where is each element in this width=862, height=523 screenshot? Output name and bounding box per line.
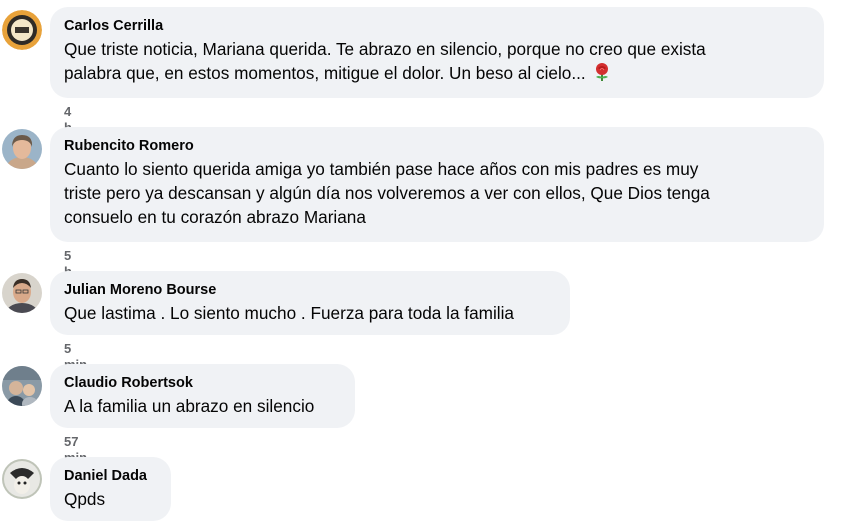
user-avatar-icon	[2, 366, 42, 406]
comment-text: Cuanto lo siento querida amiga yo tambié…	[64, 157, 811, 229]
comment-author[interactable]: Rubencito Romero	[64, 136, 811, 156]
avatar[interactable]	[2, 10, 42, 50]
avatar[interactable]	[2, 366, 42, 406]
comment-text: Qpds	[64, 487, 158, 511]
comment-text-line: Que triste noticia, Mariana querida. Te …	[64, 39, 706, 59]
comment-text-line: palabra que, en estos momentos, mitigue …	[64, 61, 811, 88]
comment-author[interactable]: Carlos Cerrilla	[64, 16, 811, 36]
comment-author[interactable]: Daniel Dada	[64, 466, 158, 486]
comment-bubble: Rubencito Romero Cuanto lo siento querid…	[50, 127, 824, 242]
user-avatar-icon	[2, 10, 42, 50]
comment-author[interactable]: Julian Moreno Bourse	[64, 280, 557, 300]
comment-text-line: Que lastima . Lo siento mucho . Fuerza p…	[64, 303, 514, 323]
user-avatar-icon	[2, 273, 42, 313]
comment-text: Que lastima . Lo siento mucho . Fuerza p…	[64, 301, 557, 325]
avatar[interactable]	[2, 273, 42, 313]
comment-text: Que triste noticia, Mariana querida. Te …	[64, 37, 811, 88]
comment-text-line: Cuanto lo siento querida amiga yo tambié…	[64, 159, 699, 179]
comment-bubble: Carlos Cerrilla Que triste noticia, Mari…	[50, 7, 824, 98]
comment-bubble: Daniel Dada Qpds	[50, 457, 171, 521]
comment-text-line: consuelo en tu corazón abrazo Mariana	[64, 207, 366, 227]
user-avatar-icon	[2, 129, 42, 169]
avatar[interactable]	[2, 129, 42, 169]
avatar[interactable]	[2, 459, 42, 499]
rose-icon	[592, 62, 612, 88]
comment-author[interactable]: Claudio Robertsok	[64, 373, 342, 393]
comment-text-line: A la familia un abrazo en silencio	[64, 396, 315, 416]
comment-bubble: Claudio Robertsok A la familia un abrazo…	[50, 364, 355, 428]
comment-text: A la familia un abrazo en silencio	[64, 394, 342, 418]
comment-text-line: triste pero ya descansan y algún día nos…	[64, 183, 710, 203]
comment-text-line: Qpds	[64, 489, 106, 509]
comment-bubble: Julian Moreno Bourse Que lastima . Lo si…	[50, 271, 570, 335]
user-avatar-icon	[2, 459, 42, 499]
